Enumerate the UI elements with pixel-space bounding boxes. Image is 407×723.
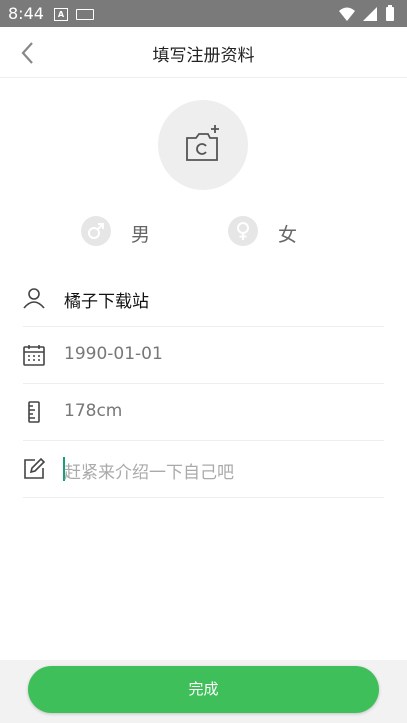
status-bar: 8:44 A (0, 0, 407, 27)
edit-icon (24, 458, 45, 479)
calendar-icon (23, 345, 45, 366)
female-symbol-icon (237, 222, 249, 240)
male-radio[interactable] (81, 216, 111, 246)
intro-row[interactable]: 赶紧来介绍一下自己吧 (23, 441, 384, 498)
done-button[interactable]: 完成 (28, 666, 379, 713)
avatar-upload-button[interactable] (158, 100, 248, 190)
title-bar: 填写注册资料 (0, 27, 407, 78)
battery-icon (386, 7, 394, 21)
gender-male-option[interactable]: 男 (81, 216, 161, 246)
birthday-row[interactable]: 1990-01-01 (23, 327, 384, 384)
intro-input[interactable]: 赶紧来介绍一下自己吧 (64, 458, 234, 483)
male-label: 男 (131, 224, 151, 246)
keyboard-icon (76, 9, 94, 20)
birthday-field[interactable]: 1990-01-01 (64, 344, 163, 364)
female-label: 女 (278, 224, 298, 246)
gender-female-option[interactable]: 女 (228, 216, 308, 246)
male-symbol-icon (88, 223, 104, 239)
signal-icon (363, 7, 377, 21)
user-icon (23, 288, 45, 309)
page-title: 填写注册资料 (152, 46, 255, 66)
status-icons (339, 5, 394, 21)
bottom-bar: 完成 (0, 660, 407, 723)
height-row[interactable]: 178cm (23, 384, 384, 441)
ruler-icon (28, 401, 40, 423)
wifi-icon (339, 7, 355, 21)
nickname-row[interactable]: 橘子下载站 (23, 270, 384, 327)
female-radio[interactable] (228, 216, 258, 246)
nickname-field[interactable]: 橘子下载站 (64, 287, 149, 312)
notification-a-icon: A (54, 8, 68, 21)
status-time: 8:44 (8, 4, 44, 23)
camera-add-icon (186, 125, 219, 161)
height-field[interactable]: 178cm (64, 401, 122, 421)
